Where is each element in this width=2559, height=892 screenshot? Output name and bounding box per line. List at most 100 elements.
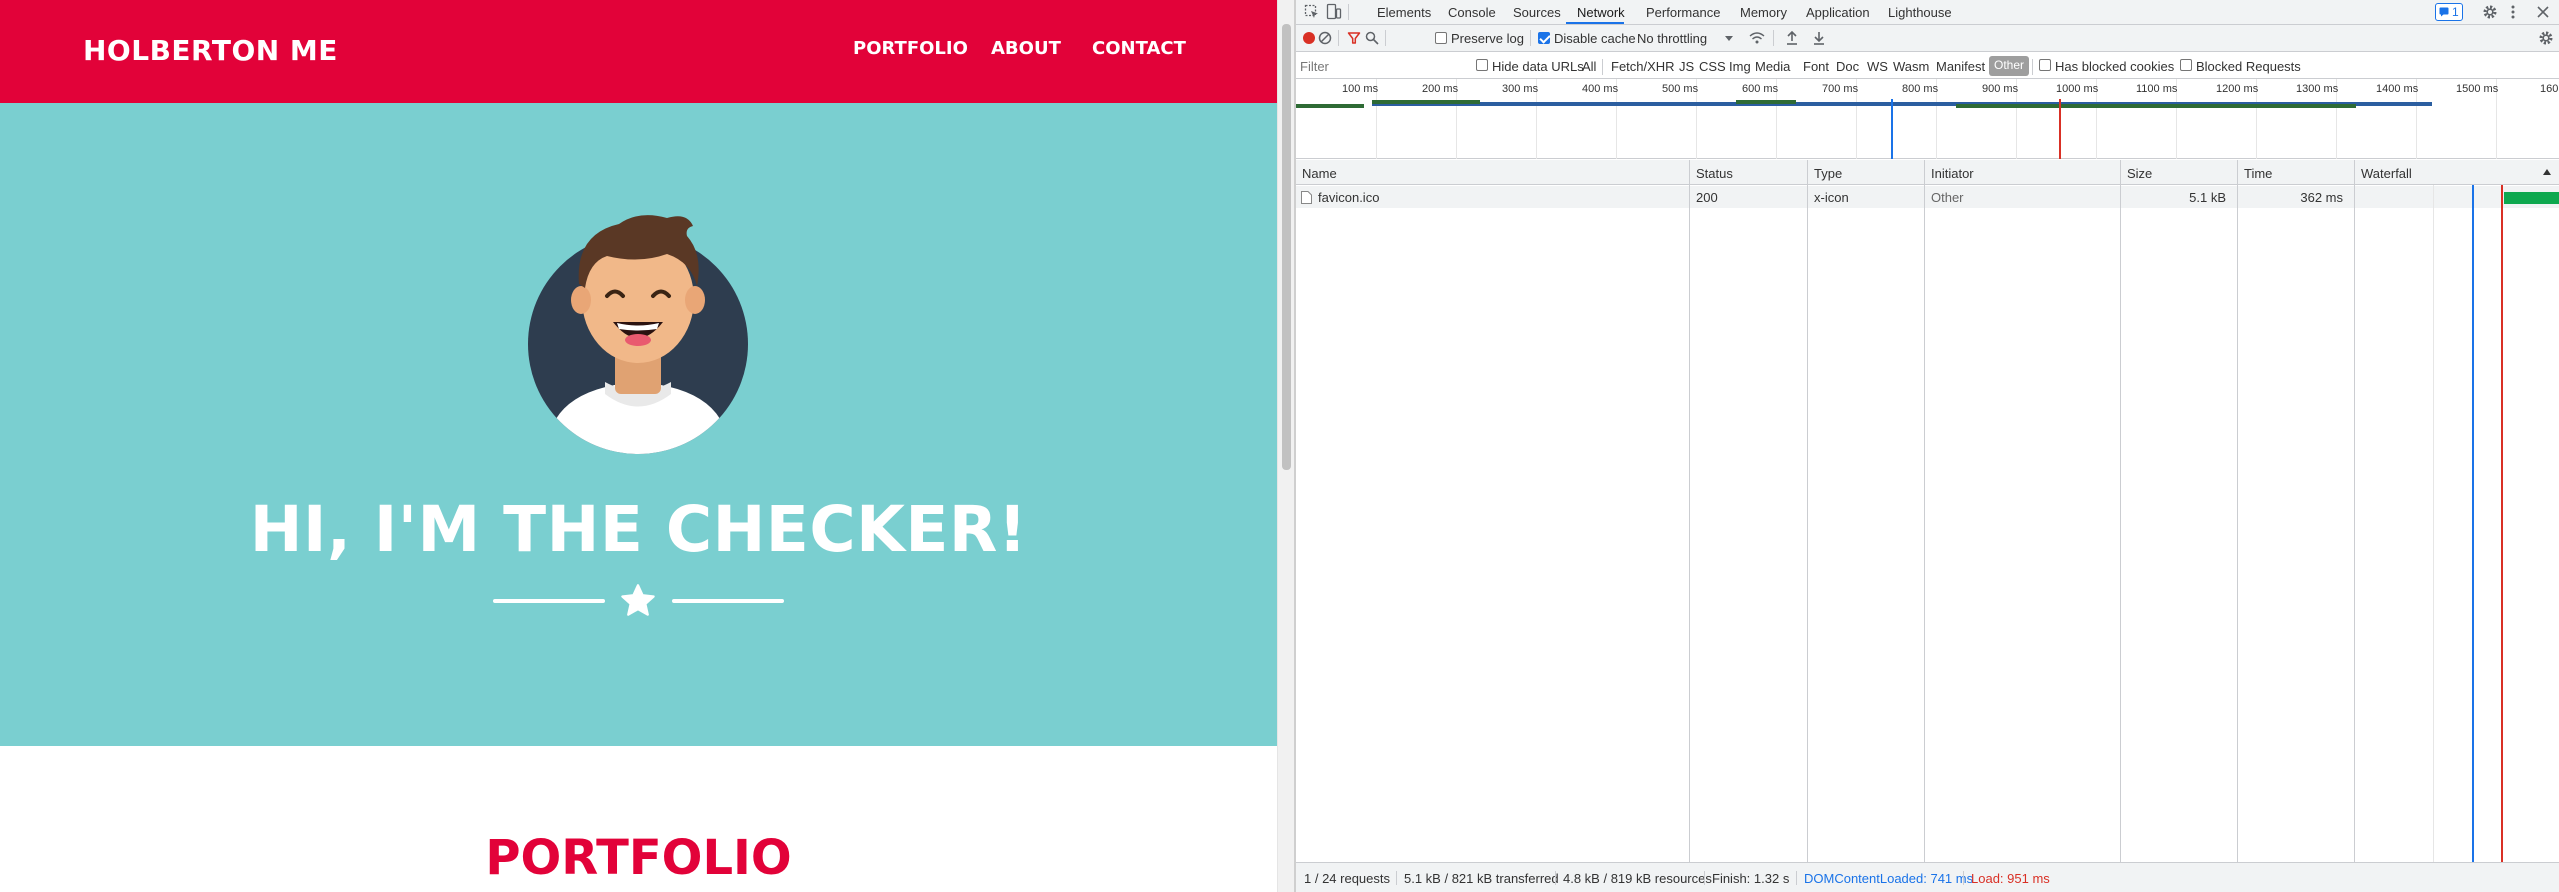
preserve-log-checkbox[interactable] bbox=[1435, 32, 1447, 44]
row-initiator: Other bbox=[1931, 190, 1964, 205]
divider-line-left bbox=[493, 599, 605, 603]
active-tab-indicator bbox=[1566, 22, 1624, 24]
filter-type-fetch-xhr[interactable]: Fetch/XHR bbox=[1611, 59, 1675, 74]
has-blocked-cookies-label: Has blocked cookies bbox=[2055, 59, 2175, 74]
column-separator[interactable] bbox=[2354, 160, 2355, 862]
row-type: x-icon bbox=[1814, 190, 1849, 205]
tick-label: 200 ms bbox=[1422, 83, 1459, 95]
nav-link-about[interactable]: ABOUT bbox=[991, 38, 1061, 59]
tab-elements[interactable]: Elements bbox=[1377, 5, 1431, 20]
column-header-initiator[interactable]: Initiator bbox=[1931, 166, 1974, 181]
load-marker bbox=[2059, 99, 2061, 159]
column-separator[interactable] bbox=[2120, 160, 2121, 862]
status-separator bbox=[1796, 871, 1797, 885]
filter-type-img[interactable]: Img bbox=[1729, 59, 1751, 74]
import-har-icon[interactable] bbox=[1785, 30, 1799, 46]
tick-label: 400 ms bbox=[1582, 83, 1619, 95]
tick-label: 160 bbox=[2540, 83, 2559, 95]
filter-type-js[interactable]: JS bbox=[1679, 59, 1694, 74]
filter-input[interactable] bbox=[1300, 56, 1470, 76]
throttling-select[interactable]: No throttling bbox=[1637, 29, 1743, 48]
filter-type-media[interactable]: Media bbox=[1755, 59, 1790, 74]
status-separator bbox=[1555, 871, 1556, 885]
filter-type-manifest[interactable]: Manifest bbox=[1936, 59, 1985, 74]
portfolio-heading: PORTFOLIO bbox=[485, 830, 792, 886]
column-header-status[interactable]: Status bbox=[1696, 166, 1733, 181]
blocked-requests-label: Blocked Requests bbox=[2196, 59, 2301, 74]
column-separator[interactable] bbox=[1924, 160, 1925, 862]
column-separator[interactable] bbox=[1807, 160, 1808, 862]
preserve-log-label: Preserve log bbox=[1451, 31, 1524, 46]
tab-network[interactable]: Network bbox=[1577, 5, 1625, 20]
nav-link-contact[interactable]: CONTACT bbox=[1092, 38, 1186, 59]
hide-data-urls-checkbox[interactable] bbox=[1476, 59, 1488, 71]
network-conditions-icon[interactable] bbox=[1748, 30, 1766, 46]
filter-type-all[interactable]: All bbox=[1582, 59, 1596, 74]
tick-label: 500 ms bbox=[1662, 83, 1699, 95]
has-blocked-cookies-checkbox[interactable] bbox=[2039, 59, 2051, 71]
disable-cache-checkbox[interactable] bbox=[1538, 32, 1550, 44]
blocked-requests-checkbox[interactable] bbox=[2180, 59, 2192, 71]
throttling-value: No throttling bbox=[1637, 31, 1708, 46]
tick-label: 100 ms bbox=[1342, 83, 1379, 95]
tab-console[interactable]: Console bbox=[1448, 5, 1496, 20]
column-header-type[interactable]: Type bbox=[1814, 166, 1842, 181]
filter-icon[interactable] bbox=[1347, 31, 1361, 45]
column-header-size[interactable]: Size bbox=[2127, 166, 2152, 181]
tab-performance[interactable]: Performance bbox=[1646, 5, 1720, 20]
issues-badge[interactable]: 1 bbox=[2435, 3, 2463, 21]
toolbar-separator bbox=[1338, 30, 1339, 46]
waterfall-gridline bbox=[2433, 185, 2434, 862]
filter-type-ws[interactable]: WS bbox=[1867, 59, 1888, 74]
page-scrollbar[interactable] bbox=[1277, 0, 1294, 892]
table-row[interactable]: favicon.ico 200 x-icon Other 5.1 kB 362 … bbox=[1296, 186, 2559, 208]
navbar: HOLBERTON ME PORTFOLIO ABOUT CONTACT bbox=[0, 0, 1277, 103]
filter-type-other[interactable]: Other bbox=[1989, 56, 2030, 76]
device-toolbar-icon[interactable] bbox=[1326, 3, 1342, 21]
column-header-time[interactable]: Time bbox=[2244, 166, 2272, 181]
toolbar-separator bbox=[1385, 30, 1386, 46]
toolbar-separator bbox=[1773, 30, 1774, 46]
more-options-icon[interactable] bbox=[2510, 4, 2516, 20]
filter-type-wasm[interactable]: Wasm bbox=[1893, 59, 1929, 74]
tab-memory[interactable]: Memory bbox=[1740, 5, 1787, 20]
brand-logo[interactable]: HOLBERTON ME bbox=[83, 34, 338, 67]
filter-type-doc[interactable]: Doc bbox=[1836, 59, 1859, 74]
row-size: 5.1 kB bbox=[2189, 190, 2226, 205]
tabbar-separator bbox=[1348, 4, 1349, 20]
close-icon[interactable] bbox=[2536, 5, 2550, 19]
column-header-name[interactable]: Name bbox=[1302, 166, 1337, 181]
network-settings-icon[interactable] bbox=[2538, 30, 2554, 46]
disable-cache-label: Disable cache bbox=[1554, 31, 1636, 46]
divider-line-right bbox=[672, 599, 784, 603]
chevron-down-icon bbox=[1725, 36, 1733, 41]
overview-request-bar bbox=[1296, 104, 1364, 108]
search-icon[interactable] bbox=[1365, 31, 1379, 45]
tick-label: 1300 ms bbox=[2296, 83, 2339, 95]
scrollbar-thumb[interactable] bbox=[1282, 24, 1291, 470]
filter-type-font[interactable]: Font bbox=[1803, 59, 1829, 74]
filter-type-css[interactable]: CSS bbox=[1699, 59, 1726, 74]
requests-table-header: Name Status Type Initiator Size Time Wat… bbox=[1296, 160, 2559, 185]
column-separator[interactable] bbox=[2237, 160, 2238, 862]
tick-label: 800 ms bbox=[1902, 83, 1939, 95]
record-icon[interactable] bbox=[1302, 31, 1316, 45]
network-status-bar: 1 / 24 requests 5.1 kB / 821 kB transfer… bbox=[1296, 862, 2559, 892]
row-status: 200 bbox=[1696, 190, 1718, 205]
export-har-icon[interactable] bbox=[1812, 30, 1826, 46]
column-header-waterfall[interactable]: Waterfall bbox=[2361, 166, 2412, 181]
sort-ascending-icon[interactable] bbox=[2543, 169, 2551, 175]
issues-icon bbox=[2439, 7, 2449, 17]
status-dom-content-loaded: DOMContentLoaded: 741 ms bbox=[1804, 871, 1974, 886]
tab-sources[interactable]: Sources bbox=[1513, 5, 1561, 20]
clear-icon[interactable] bbox=[1318, 31, 1332, 45]
column-separator[interactable] bbox=[1689, 160, 1690, 862]
status-requests: 1 / 24 requests bbox=[1304, 871, 1390, 886]
nav-link-portfolio[interactable]: PORTFOLIO bbox=[853, 38, 968, 59]
tab-lighthouse[interactable]: Lighthouse bbox=[1888, 5, 1952, 20]
settings-gear-icon[interactable] bbox=[2482, 4, 2498, 20]
overview-timeline[interactable]: 100 ms 200 ms 300 ms 400 ms 500 ms 600 m… bbox=[1296, 79, 2559, 159]
inspect-element-icon[interactable] bbox=[1304, 4, 1320, 20]
tab-application[interactable]: Application bbox=[1806, 5, 1870, 20]
filter-separator bbox=[1602, 59, 1603, 75]
